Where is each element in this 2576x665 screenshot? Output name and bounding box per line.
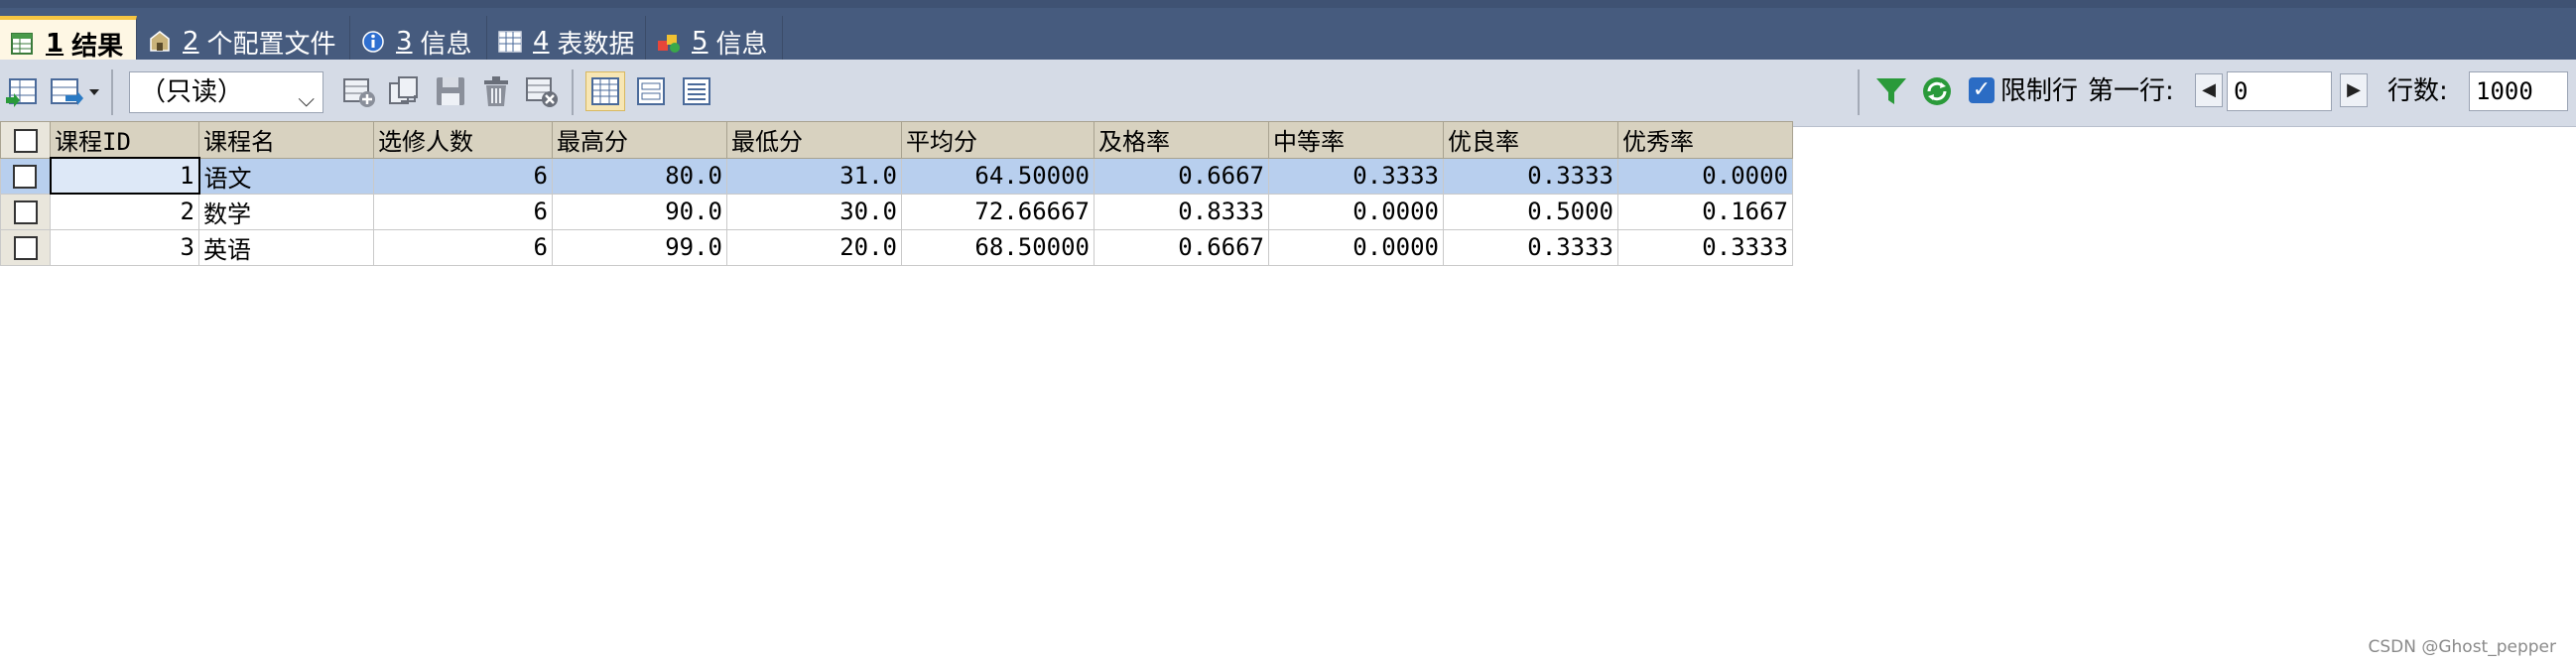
toolbar-separator [572, 69, 574, 115]
table-cell[interactable]: 0.1667 [1617, 193, 1793, 230]
form-view-icon[interactable] [633, 73, 669, 109]
tab-label: 表数据 [557, 29, 635, 60]
column-header[interactable]: 优秀率 [1617, 121, 1793, 159]
table-cell[interactable]: 6 [373, 193, 553, 230]
table-row[interactable]: 3 英语 6 99.0 20.0 68.50000 0.6667 0.0000 … [0, 228, 1793, 266]
table-cell[interactable]: 0.6667 [1094, 228, 1269, 266]
export-grid-icon[interactable] [4, 73, 40, 109]
triangle-right-icon: ▶ [2347, 79, 2361, 100]
table-cell[interactable]: 数学 [198, 193, 374, 230]
grid-view-icon[interactable] [585, 71, 625, 111]
table-cell[interactable]: 99.0 [552, 228, 727, 266]
table-row[interactable]: 2 数学 6 90.0 30.0 72.66667 0.8333 0.0000 … [0, 193, 1793, 230]
table-cell[interactable]: 0.6667 [1094, 157, 1269, 195]
table-cell[interactable]: 6 [373, 228, 553, 266]
column-header[interactable]: 课程名 [198, 121, 374, 159]
result-grid-icon [10, 31, 36, 57]
table-cell[interactable]: 1 [49, 157, 200, 195]
table-cell[interactable]: 2 [50, 193, 199, 230]
limit-rows-label: 限制行 [2000, 76, 2079, 106]
triangle-left-icon: ◀ [2202, 79, 2216, 100]
result-tab-bar: 1 结果 2 个配置文件 3 信息 4 表数据 5 信息 [0, 0, 2576, 67]
table-cell[interactable]: 0.3333 [1443, 157, 1618, 195]
first-row-input[interactable]: 0 [2227, 71, 2332, 111]
header-row: 课程ID 课程名 选修人数 最高分 最低分 平均分 及格率 中等率 优良率 优秀… [0, 121, 1793, 159]
table-cell[interactable]: 64.50000 [901, 157, 1095, 195]
table-cell[interactable]: 80.0 [552, 157, 727, 195]
profile-icon [147, 29, 173, 55]
table-cell[interactable]: 30.0 [726, 193, 902, 230]
table-cell[interactable]: 90.0 [552, 193, 727, 230]
table-data-icon [497, 29, 523, 55]
table-cell[interactable]: 0.0000 [1268, 193, 1444, 230]
save-icon[interactable] [433, 73, 468, 109]
table-cell[interactable]: 0.0000 [1617, 157, 1793, 195]
table-cell[interactable]: 6 [373, 157, 553, 195]
table-cell[interactable]: 68.50000 [901, 228, 1095, 266]
table-cell[interactable]: 72.66667 [901, 193, 1095, 230]
delete-icon[interactable] [478, 73, 514, 109]
import-grid-dropdown-icon[interactable] [48, 73, 103, 109]
column-header[interactable]: 选修人数 [373, 121, 553, 159]
table-cell[interactable]: 3 [50, 228, 199, 266]
readonly-mode-select[interactable]: （只读） ⌵ [129, 71, 323, 113]
tab-label: 个配置文件 [206, 29, 336, 60]
table-cell[interactable]: 0.3333 [1617, 228, 1793, 266]
toolbar-separator [1858, 69, 1860, 115]
tab-label: 信息 [715, 29, 768, 60]
row-count-label: 行数: [2387, 76, 2448, 106]
column-header[interactable]: 及格率 [1094, 121, 1269, 159]
tab-label: 信息 [420, 29, 472, 60]
first-row-label: 第一行: [2088, 76, 2174, 106]
column-header[interactable]: 中等率 [1268, 121, 1444, 159]
column-header[interactable]: 平均分 [901, 121, 1095, 159]
table-cell[interactable]: 31.0 [726, 157, 902, 195]
row-count-input[interactable]: 1000 [2469, 71, 2568, 111]
discard-changes-icon[interactable] [524, 73, 560, 109]
table-cell[interactable]: 0.3333 [1268, 157, 1444, 195]
column-header[interactable]: 最高分 [552, 121, 727, 159]
table-cell[interactable]: 20.0 [726, 228, 902, 266]
result-grid: 课程ID 课程名 选修人数 最高分 最低分 平均分 及格率 中等率 优良率 优秀… [0, 121, 1793, 266]
result-toolbar: （只读） ⌵ ✓ 限制行 第一行: ◀ 0 ▶ 行数: 1000 [0, 60, 2576, 127]
previous-page-button[interactable]: ◀ [2195, 73, 2223, 107]
chevron-down-icon: ⌵ [298, 87, 315, 112]
column-header[interactable]: 最低分 [726, 121, 902, 159]
watermark: CSDN @Ghost_pepper [2368, 637, 2556, 657]
table-cell[interactable]: 0.5000 [1443, 193, 1618, 230]
table-cell[interactable]: 语文 [198, 157, 374, 195]
limit-rows-checkbox[interactable]: ✓ [1969, 77, 1995, 103]
table-cell[interactable]: 英语 [198, 228, 374, 266]
refresh-icon[interactable] [1919, 73, 1955, 109]
add-row-icon[interactable] [341, 73, 377, 109]
row-checkbox[interactable] [0, 228, 51, 266]
table-cell[interactable]: 0.8333 [1094, 193, 1269, 230]
duplicate-row-icon[interactable] [387, 73, 423, 109]
row-checkbox[interactable] [0, 157, 51, 195]
next-page-button[interactable]: ▶ [2340, 73, 2368, 107]
tab-label: 结果 [71, 31, 124, 62]
table-row[interactable]: 1 语文 6 80.0 31.0 64.50000 0.6667 0.3333 … [0, 157, 1793, 195]
column-header[interactable]: 优良率 [1443, 121, 1618, 159]
table-cell[interactable]: 0.0000 [1268, 228, 1444, 266]
info-shapes-icon [656, 29, 682, 55]
select-all-checkbox[interactable] [0, 121, 51, 159]
text-view-icon[interactable] [679, 73, 714, 109]
info-icon [360, 29, 386, 55]
table-cell[interactable]: 0.3333 [1443, 228, 1618, 266]
column-header[interactable]: 课程ID [50, 121, 199, 159]
filter-icon[interactable] [1873, 73, 1909, 109]
toolbar-separator [111, 69, 113, 115]
row-checkbox[interactable] [0, 193, 51, 230]
